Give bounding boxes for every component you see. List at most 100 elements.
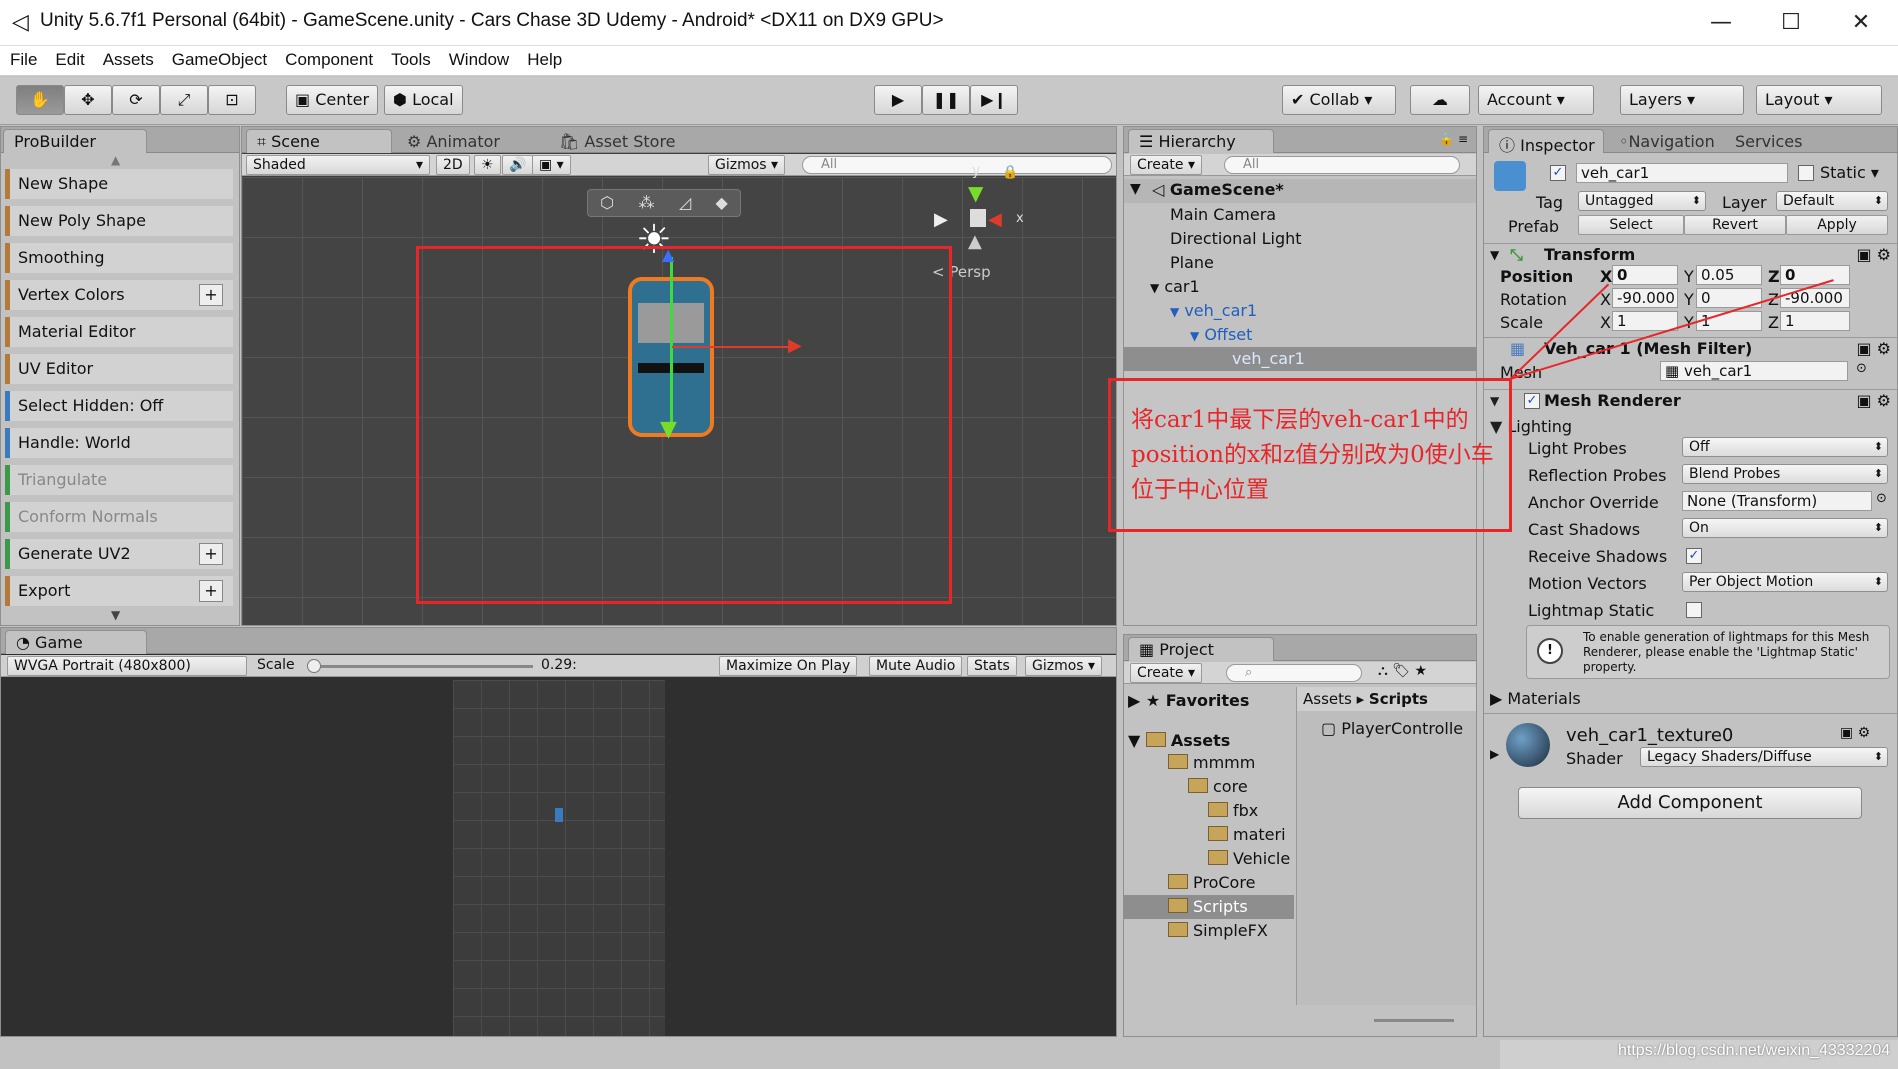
- plus-icon[interactable]: +: [199, 284, 223, 306]
- mode-2d-button[interactable]: 2D: [436, 155, 470, 175]
- hand-tool-icon[interactable]: ✋: [16, 85, 64, 115]
- pivot-center-button[interactable]: ▣ Center: [286, 85, 379, 115]
- lighting-icon[interactable]: ☀: [474, 155, 501, 175]
- receive-shadows-checkbox[interactable]: ✓: [1686, 548, 1702, 564]
- scale-slider[interactable]: [309, 665, 533, 668]
- menu-window[interactable]: Window: [449, 46, 519, 75]
- layout-dropdown[interactable]: Layout ▾: [1756, 85, 1882, 115]
- menu-assets[interactable]: Assets: [103, 46, 164, 75]
- breadcrumb-scripts[interactable]: Scripts: [1369, 690, 1428, 708]
- transform-header[interactable]: ▼ ⤡ Transform ▣ ⚙: [1484, 243, 1897, 265]
- account-dropdown[interactable]: Account ▾: [1478, 85, 1594, 115]
- tab-project[interactable]: ▦ Project: [1128, 637, 1274, 661]
- filter-icons[interactable]: ⛬ 🏷 ★: [1378, 663, 1427, 679]
- folder-mmmm[interactable]: mmmm: [1168, 753, 1255, 772]
- gizmos-dropdown[interactable]: Gizmos ▾: [708, 155, 786, 175]
- project-search-input[interactable]: ⌕: [1226, 664, 1362, 682]
- expand-icon[interactable]: ▶: [1490, 747, 1499, 761]
- step-icon[interactable]: ▶❙: [970, 85, 1018, 115]
- add-component-button[interactable]: Add Component: [1518, 787, 1862, 819]
- tab-animator[interactable]: ⚙ Animator: [396, 129, 511, 153]
- prefab-select-button[interactable]: Select: [1578, 215, 1684, 235]
- folder-materi[interactable]: materi: [1208, 825, 1286, 844]
- collab-dropdown[interactable]: ✔ Collab ▾: [1282, 85, 1396, 115]
- folder-procore[interactable]: ProCore: [1168, 873, 1255, 892]
- scale-slider-thumb[interactable]: [307, 659, 321, 673]
- mesh-renderer-header[interactable]: ▼ ✓ Mesh Renderer ▣ ⚙: [1484, 389, 1897, 411]
- pos-x-field[interactable]: 0: [1612, 265, 1678, 285]
- pos-z-field[interactable]: 0: [1780, 265, 1850, 285]
- project-create-dropdown[interactable]: Create ▾: [1130, 663, 1203, 683]
- menu-edit[interactable]: Edit: [55, 46, 94, 75]
- component-settings-icon[interactable]: ▣ ⚙: [1840, 725, 1870, 741]
- expand-icon[interactable]: ▼: [1150, 281, 1159, 295]
- tag-dropdown[interactable]: Untagged: [1578, 191, 1706, 211]
- face-mode-icon[interactable]: ◆: [715, 190, 727, 216]
- play-icon[interactable]: ▶: [874, 85, 922, 115]
- hier-main-camera[interactable]: Main Camera: [1170, 205, 1276, 224]
- effects-icon[interactable]: ▣ ▾: [532, 155, 571, 175]
- expand-icon[interactable]: ▼: [1130, 181, 1141, 197]
- component-settings-icon[interactable]: ▣ ⚙: [1856, 338, 1891, 360]
- assets-row[interactable]: ▼ Assets: [1128, 731, 1230, 750]
- menu-help[interactable]: Help: [527, 46, 572, 75]
- breadcrumb-assets[interactable]: Assets: [1303, 690, 1352, 708]
- menu-tools[interactable]: Tools: [391, 46, 441, 75]
- favorites-row[interactable]: ▶ ★ Favorites: [1128, 691, 1249, 710]
- audio-icon[interactable]: 🔊: [502, 155, 534, 175]
- rotate-tool-icon[interactable]: ⟳: [112, 85, 160, 115]
- scl-y-field[interactable]: 1: [1696, 311, 1762, 331]
- folder-core[interactable]: core: [1188, 777, 1248, 796]
- object-picker-icon[interactable]: ⊙: [1876, 491, 1887, 506]
- resolution-dropdown[interactable]: WVGA Portrait (480x800): [7, 656, 247, 676]
- layer-dropdown[interactable]: Default: [1776, 191, 1888, 211]
- tab-inspector[interactable]: ⓘ Inspector: [1488, 129, 1604, 155]
- mesh-field[interactable]: ▦ veh_car1: [1660, 361, 1848, 381]
- hier-car1[interactable]: ▼ car1: [1150, 277, 1200, 296]
- pivot-local-button[interactable]: ⬢ Local: [384, 85, 463, 115]
- component-settings-icon[interactable]: ▣ ⚙: [1856, 244, 1891, 266]
- pb-handle-world[interactable]: Handle: World: [5, 428, 233, 458]
- lightmap-static-checkbox[interactable]: [1686, 602, 1702, 618]
- lock-icon[interactable]: 🔒: [1002, 165, 1018, 180]
- pb-conform-normals[interactable]: Conform Normals: [5, 502, 233, 532]
- hier-directional-light[interactable]: Directional Light: [1170, 229, 1302, 248]
- tab-game[interactable]: ◔ Game: [5, 630, 147, 654]
- anchor-override-field[interactable]: None (Transform): [1682, 491, 1872, 511]
- tab-asset-store[interactable]: 🛍 Asset Store: [548, 129, 687, 153]
- tab-hierarchy[interactable]: ☰ Hierarchy: [1128, 129, 1274, 153]
- prefab-apply-button[interactable]: Apply: [1786, 215, 1888, 235]
- light-probes-dropdown[interactable]: Off: [1682, 437, 1888, 457]
- reflection-probes-dropdown[interactable]: Blend Probes: [1682, 464, 1888, 484]
- folder-simplefx[interactable]: SimpleFX: [1168, 921, 1268, 940]
- tab-navigation[interactable]: ◦Navigation: [1608, 129, 1726, 153]
- mesh-renderer-checkbox[interactable]: ✓: [1524, 393, 1540, 409]
- hier-offset[interactable]: ▼ Offset: [1190, 325, 1252, 344]
- pb-material-editor[interactable]: Material Editor: [5, 317, 233, 347]
- vertex-mode-icon[interactable]: ⁂: [638, 190, 654, 216]
- expand-icon[interactable]: ▼: [1490, 244, 1499, 266]
- scripts-selected-row[interactable]: Scripts: [1124, 895, 1294, 919]
- prefab-revert-button[interactable]: Revert: [1684, 215, 1786, 235]
- game-gizmos-button[interactable]: Gizmos ▾: [1025, 656, 1103, 676]
- tab-scene[interactable]: ⌗ Scene: [246, 129, 392, 153]
- icon-size-slider[interactable]: [1374, 1019, 1454, 1022]
- object-picker-icon[interactable]: ⊙: [1856, 361, 1867, 376]
- static-checkbox[interactable]: [1798, 165, 1814, 181]
- layers-dropdown[interactable]: Layers ▾: [1620, 85, 1744, 115]
- object-mode-icon[interactable]: ⬡: [600, 190, 614, 216]
- hier-selected-row[interactable]: veh_car1: [1124, 347, 1476, 371]
- motion-vectors-dropdown[interactable]: Per Object Motion: [1682, 572, 1888, 592]
- edge-mode-icon[interactable]: ◿: [679, 190, 691, 216]
- menu-file[interactable]: File: [10, 46, 47, 75]
- plus-icon[interactable]: +: [199, 580, 223, 602]
- cast-shadows-dropdown[interactable]: On: [1682, 518, 1888, 538]
- rect-tool-icon[interactable]: ⊡: [208, 85, 256, 115]
- shader-dropdown[interactable]: Legacy Shaders/Diffuse: [1640, 747, 1888, 767]
- cloud-icon[interactable]: ☁: [1410, 85, 1470, 115]
- active-checkbox[interactable]: ✓: [1550, 165, 1566, 181]
- hier-plane[interactable]: Plane: [1170, 253, 1214, 272]
- static-label[interactable]: Static ▾: [1820, 163, 1879, 182]
- pb-vertex-colors[interactable]: Vertex Colors +: [5, 280, 233, 310]
- scene-row[interactable]: ▼ ◁ GameScene*: [1124, 179, 1476, 203]
